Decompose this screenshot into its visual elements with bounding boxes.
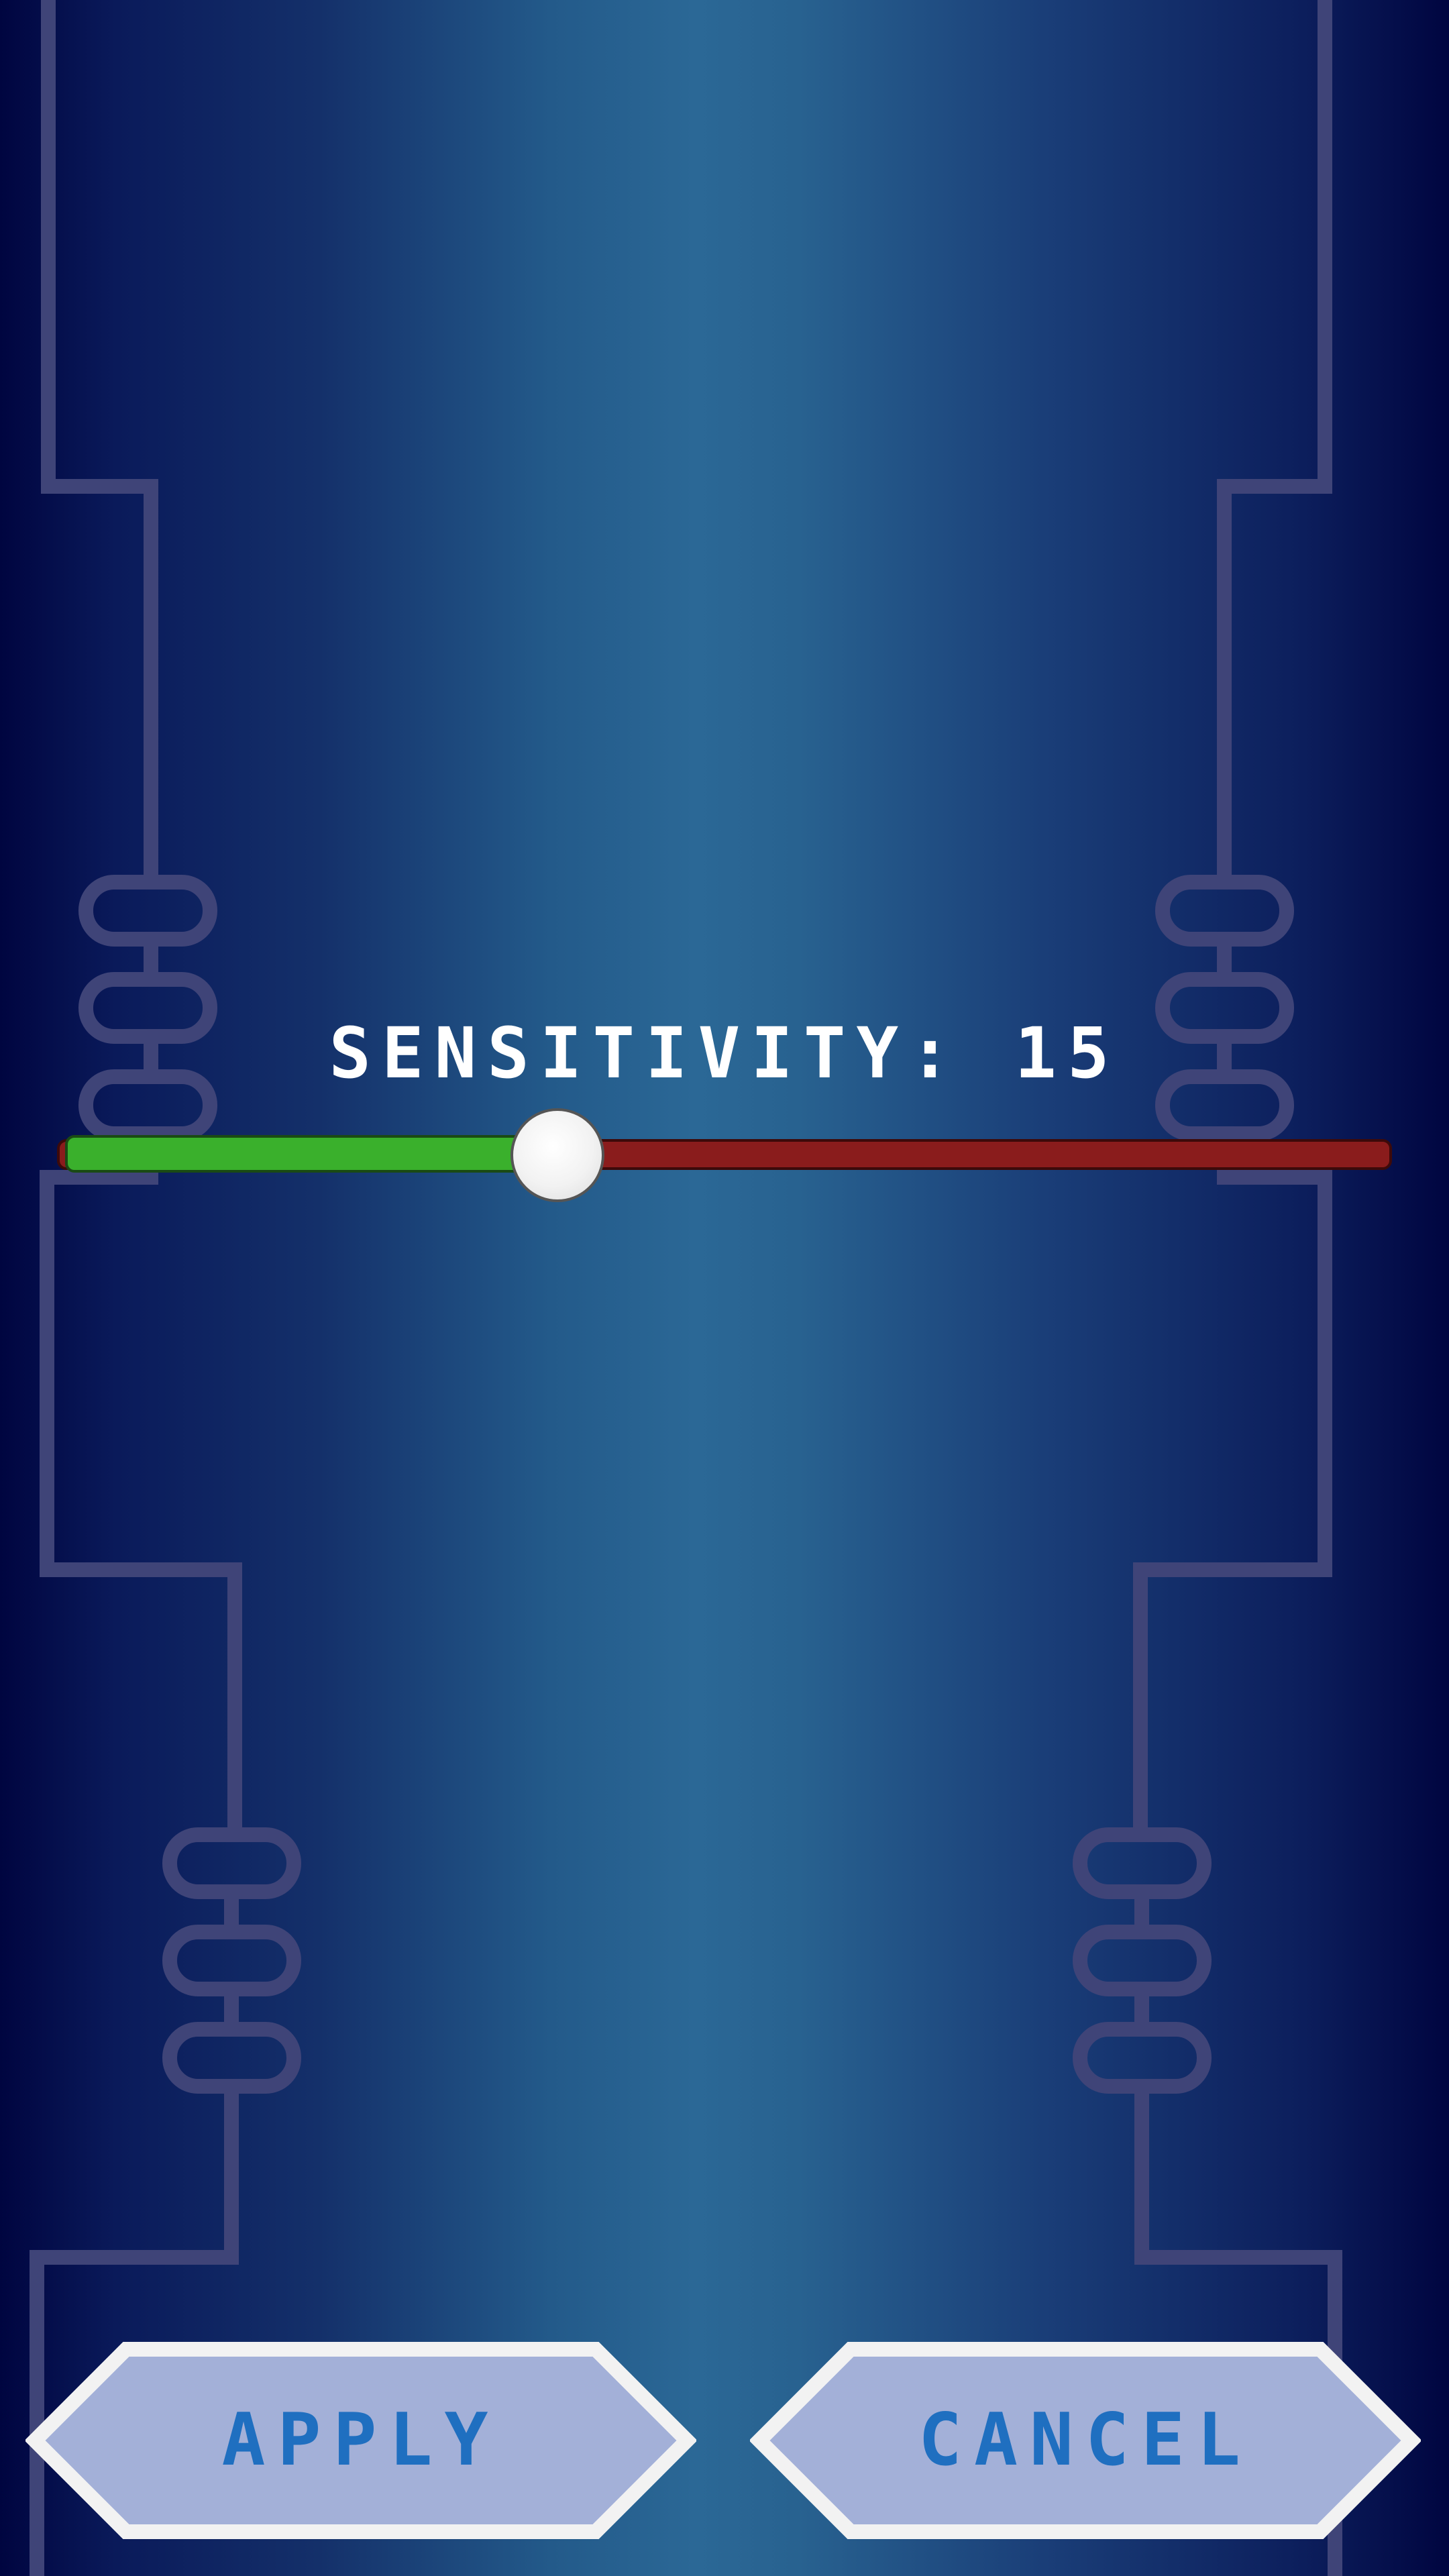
apply-button[interactable]: APPLY — [25, 2340, 696, 2541]
sensitivity-slider[interactable] — [57, 1108, 1392, 1202]
circuit-decoration — [30, 0, 1342, 2576]
apply-button-label: APPLY — [221, 2398, 500, 2482]
cancel-button[interactable]: CANCEL — [750, 2340, 1421, 2541]
slider-thumb[interactable] — [511, 1108, 604, 1202]
cancel-button-label: CANCEL — [918, 2398, 1253, 2482]
sensitivity-label: SENSITIVITY: 15 — [329, 1012, 1120, 1094]
slider-fill — [65, 1135, 584, 1173]
